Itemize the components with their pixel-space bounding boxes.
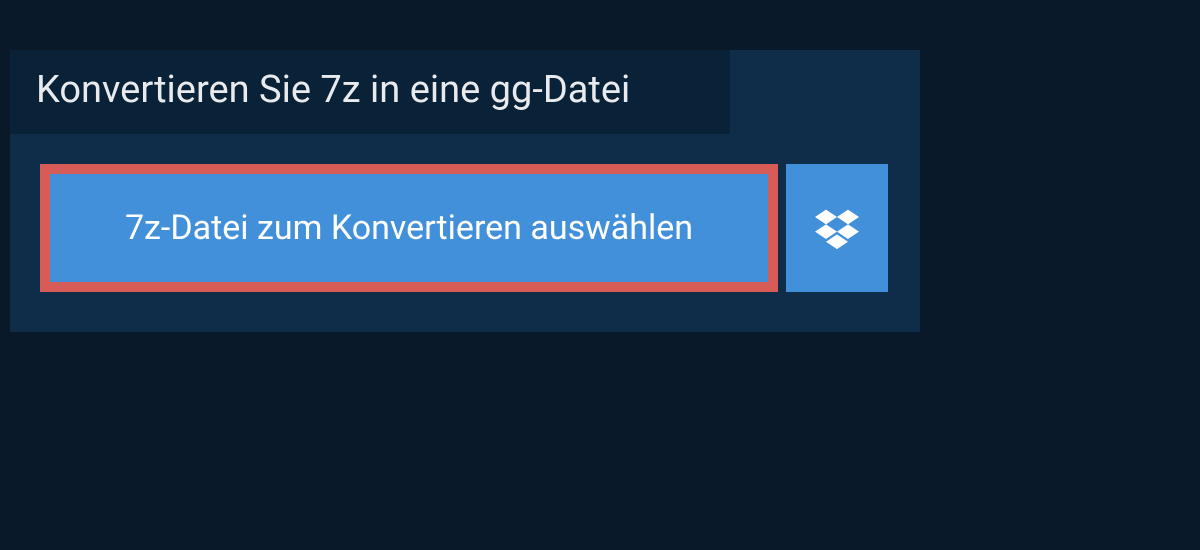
page-title: Konvertieren Sie 7z in eine gg-Datei <box>10 50 730 134</box>
converter-panel: Konvertieren Sie 7z in eine gg-Datei 7z-… <box>10 50 920 332</box>
select-file-label: 7z-Datei zum Konvertieren auswählen <box>125 208 693 248</box>
button-row: 7z-Datei zum Konvertieren auswählen <box>10 134 920 292</box>
dropbox-button[interactable] <box>786 164 888 292</box>
select-file-button[interactable]: 7z-Datei zum Konvertieren auswählen <box>40 164 778 292</box>
dropbox-icon <box>815 206 859 250</box>
